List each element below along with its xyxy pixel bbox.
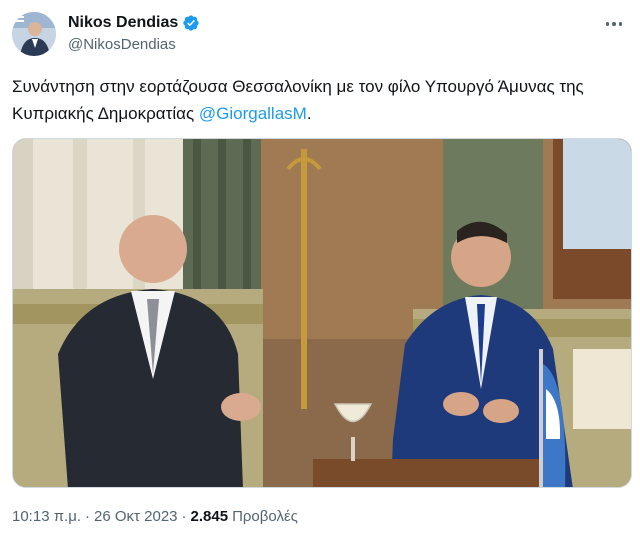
author-avatar[interactable] — [12, 12, 56, 56]
author-handle[interactable]: @NikosDendias — [68, 36, 176, 53]
verified-badge-icon — [182, 14, 200, 32]
avatar-photo-icon — [12, 12, 56, 56]
meta-separator: · — [181, 508, 187, 525]
author-display-name[interactable]: Nikos Dendias — [68, 14, 178, 32]
mention-link[interactable]: @GiorgallasM — [199, 104, 307, 123]
views-label: Προβολές — [232, 508, 298, 525]
tweet-media-photo[interactable] — [12, 138, 632, 488]
author-name-row[interactable]: Nikos Dendias — [68, 12, 200, 34]
tweet-text-end: . — [306, 104, 312, 123]
tweet-text: Συνάντηση στην εορτάζουσα Θεσσαλονίκη με… — [12, 73, 628, 127]
more-options-icon[interactable] — [602, 16, 626, 32]
tweet-date[interactable]: 26 Οκτ 2023 — [94, 508, 177, 525]
tweet-meta: 10:13 π.μ. · 26 Οκτ 2023 · 2.845 Προβολέ… — [12, 508, 298, 525]
tweet: Nikos Dendias @NikosDendias Συνάντηση στ… — [0, 0, 640, 533]
tweet-time[interactable]: 10:13 π.μ. — [12, 508, 81, 525]
meta-separator: · — [85, 508, 91, 525]
photo-meeting-icon — [13, 139, 631, 487]
views-count: 2.845 — [190, 508, 229, 525]
